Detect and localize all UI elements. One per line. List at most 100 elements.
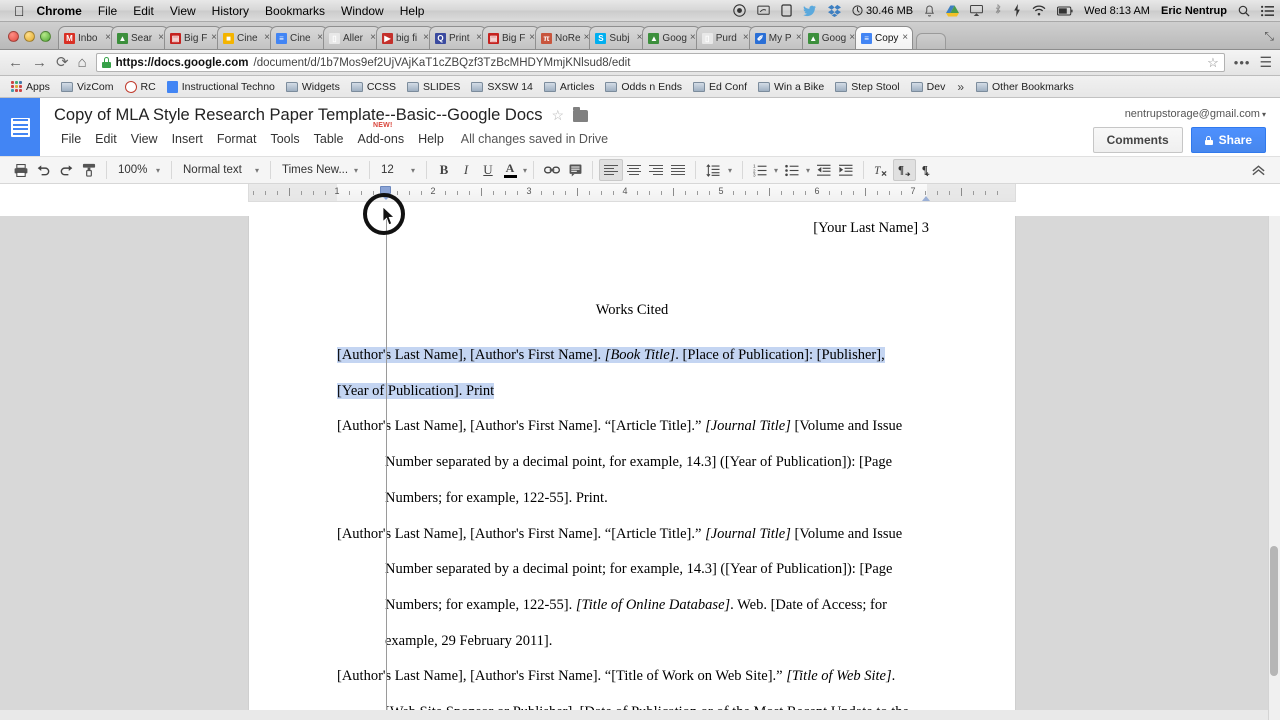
menu-view[interactable]: View [170,4,196,18]
citation-line[interactable]: Numbers; for example, 122-55]. [Title of… [337,588,927,624]
bookmark-item[interactable]: CCSS [346,79,401,95]
browser-tab[interactable]: ▤ Big F × [164,26,222,49]
tab-close-icon[interactable]: × [796,33,802,43]
bookmark-item[interactable]: Articles [539,79,599,95]
fullscreen-button[interactable]: ⤡ [1264,29,1274,44]
docs-menu-edit[interactable]: Edit [88,130,124,148]
redo-icon[interactable] [55,159,78,181]
paragraph-style-dropdown[interactable]: Normal text ▾ [178,159,264,181]
page-header-right[interactable]: [Your Last Name] 3 [813,220,929,237]
screen-share-icon[interactable] [757,5,770,17]
notification-center-icon[interactable] [1261,5,1274,17]
numbered-list-button[interactable]: 123 [749,159,771,181]
undo-icon[interactable] [32,159,55,181]
user-name-label[interactable]: Eric Nentrup [1161,5,1227,17]
clear-formatting-button[interactable]: T [870,159,893,181]
extensions-more-icon[interactable]: ••• [1234,55,1251,70]
memory-status[interactable]: 30.46 MB [852,5,913,17]
bold-button[interactable]: B [433,159,455,181]
docs-menu-tools[interactable]: Tools [263,130,306,148]
paint-format-icon[interactable] [78,159,100,181]
bell-icon[interactable] [924,4,935,17]
record-icon[interactable] [733,4,746,17]
citation-entry[interactable]: [Author's Last Name], [Author's First Na… [337,409,927,516]
bookmark-item[interactable]: Step Stool [830,79,904,95]
tab-stop-marker[interactable] [922,196,930,201]
bluetooth-icon[interactable] [994,4,1002,17]
menu-app-name[interactable]: Chrome [37,4,82,18]
twitter-icon[interactable] [803,5,817,17]
tab-close-icon[interactable]: × [690,33,696,43]
browser-tab[interactable]: π NoRe × [535,26,595,49]
menu-history[interactable]: History [212,4,249,18]
citation-entry[interactable]: [Author's Last Name], [Author's First Na… [337,338,927,409]
forward-icon[interactable]: → [32,55,47,70]
numbered-list-chevron-down-icon[interactable]: ▾ [774,166,778,175]
right-to-left-button[interactable]: ¶ [916,159,938,181]
citation-line[interactable]: [Author's Last Name], [Author's First Na… [337,659,927,695]
browser-tab[interactable]: ▲ Goog × [642,26,701,49]
bookmark-item[interactable]: SXSW 14 [466,79,538,95]
bookmark-item[interactable]: Instructional Techno [162,79,280,95]
indent-decrease-button[interactable] [813,159,835,181]
browser-tab[interactable]: ■ Cine × [217,26,275,49]
browser-tab[interactable]: ▲ Goog × [801,26,861,49]
wifi-icon[interactable] [1032,5,1046,16]
new-tab-button[interactable] [916,33,947,49]
docs-menu-table[interactable]: Table [307,130,351,148]
google-drive-icon[interactable] [946,4,960,17]
vertical-scrollbar[interactable] [1268,216,1280,720]
citation-line[interactable]: [Author's Last Name], [Author's First Na… [337,517,927,553]
browser-tab[interactable]: S Subj × [589,26,648,49]
comments-button[interactable]: Comments [1092,127,1183,153]
google-docs-logo[interactable] [0,98,40,156]
bookmark-item[interactable]: Ed Conf [688,79,752,95]
bookmark-other-bookmarks[interactable]: Other Bookmarks [971,79,1079,95]
bulleted-list-chevron-down-icon[interactable]: ▾ [806,166,810,175]
italic-button[interactable]: I [455,159,477,181]
font-dropdown[interactable]: Times New... ▾ [277,159,363,181]
tab-close-icon[interactable]: × [902,33,908,43]
citation-line[interactable]: example, 29 February 2011]. [337,624,927,660]
minimize-window-button[interactable] [24,31,35,42]
browser-tab[interactable]: ▲ Sear × [111,26,169,49]
display-icon[interactable] [781,4,792,17]
menu-window[interactable]: Window [341,4,384,18]
scrollbar-thumb[interactable] [1270,546,1278,676]
browser-tab[interactable]: ▤ Big F × [482,26,540,49]
docs-menu-format[interactable]: Format [210,130,264,148]
browser-tab[interactable]: ≡ Cine × [270,26,328,49]
first-line-indent-marker[interactable] [380,186,391,200]
bookmarks-overflow-icon[interactable]: » [952,80,969,94]
bookmark-item[interactable]: VizCom [56,79,119,95]
account-menu[interactable]: nentrupstorage@gmail.com ▾ [1093,108,1266,120]
tab-close-icon[interactable]: × [743,33,749,43]
bookmark-item[interactable]: Dev [906,79,951,95]
bookmark-item[interactable]: Widgets [281,79,345,95]
text-color-chevron-down-icon[interactable]: ▾ [523,166,527,175]
citation-line[interactable]: [Author's Last Name], [Author's First Na… [337,338,927,374]
works-cited-heading[interactable]: Works Cited [249,302,1015,319]
star-outline-icon[interactable]: ☆ [552,107,565,124]
browser-tab[interactable]: M Inbo × [58,26,116,49]
docs-menu-help[interactable]: Help [411,130,451,148]
add-comment-icon[interactable] [564,159,586,181]
align-center-button[interactable] [623,159,645,181]
menu-help[interactable]: Help [400,4,425,18]
docs-menu-insert[interactable]: Insert [165,130,210,148]
font-size-dropdown[interactable]: 12 ▾ [376,159,420,181]
docs-menu-file[interactable]: File [54,130,88,148]
align-justify-button[interactable] [667,159,689,181]
chrome-menu-icon[interactable]: ☰ [1259,54,1272,71]
reload-icon[interactable]: ⟳ [56,55,69,70]
browser-tab[interactable]: ▯ Purd × [695,26,754,49]
citation-entry[interactable]: [Author's Last Name], [Author's First Na… [337,517,927,660]
battery-icon[interactable] [1057,6,1073,16]
align-left-button[interactable] [599,159,624,181]
close-window-button[interactable] [8,31,19,42]
zoom-dropdown[interactable]: 100% ▾ [113,159,165,181]
browser-tab[interactable]: ▯ Aller × [323,26,381,49]
document-page[interactable]: [Your Last Name] 3 Works Cited [Author's… [248,216,1016,720]
docs-menu-view[interactable]: View [124,130,165,148]
left-to-right-button[interactable]: ¶ [893,159,917,181]
